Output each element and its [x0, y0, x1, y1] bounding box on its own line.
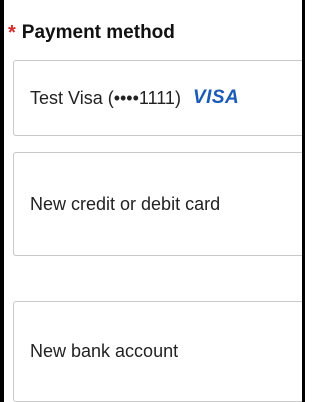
visa-logo-icon: VISA [192, 87, 240, 108]
payment-option-label: New bank account [30, 341, 179, 361]
payment-option-new-bank-account[interactable]: New bank account [13, 301, 302, 402]
payment-method-heading: * Payment method [8, 20, 175, 46]
payment-method-panel: * Payment method Test Visa (••••1111) VI… [0, 0, 305, 402]
payment-option-new-card[interactable]: New credit or debit card [13, 152, 302, 256]
payment-option-label: Test Visa (••••1111) [30, 87, 181, 108]
frame-left-border [0, 0, 4, 402]
payment-options-list: Test Visa (••••1111) VISA New credit or … [13, 60, 302, 402]
payment-option-test-visa[interactable]: Test Visa (••••1111) VISA [13, 60, 302, 136]
payment-method-title: Payment method [21, 22, 175, 43]
payment-option-label: New credit or debit card [30, 193, 221, 214]
frame-right-border [302, 0, 305, 402]
required-marker: * [8, 22, 16, 44]
